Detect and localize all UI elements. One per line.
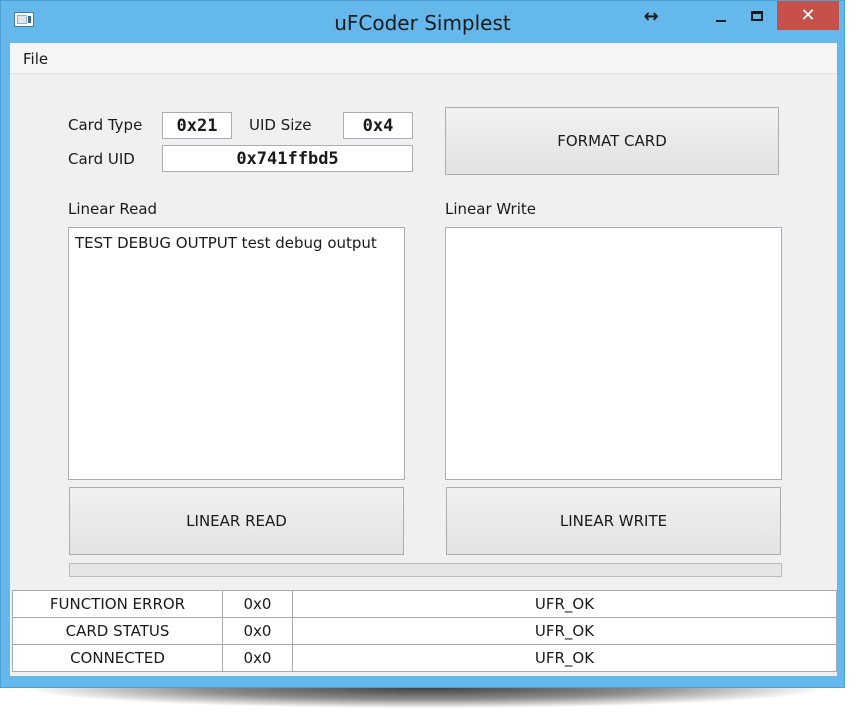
card-type-value: 0x21 (162, 112, 232, 139)
client-area: File Card Type 0x21 UID Size 0x4 Card UI… (10, 43, 837, 676)
title-bar[interactable]: uFCoder Simplest ↔ ✕ (1, 1, 844, 43)
table-row: FUNCTION ERROR 0x0 UFR_OK (12, 590, 837, 618)
table-row: CARD STATUS 0x0 UFR_OK (12, 617, 837, 645)
linear-read-textarea[interactable]: TEST DEBUG OUTPUT test debug output (68, 227, 405, 480)
status-code: 0x0 (222, 617, 293, 645)
uid-size-value: 0x4 (343, 112, 413, 139)
card-uid-label: Card UID (68, 150, 135, 168)
linear-write-textarea[interactable] (445, 227, 782, 480)
linear-write-label: Linear Write (445, 200, 536, 218)
status-name: CARD STATUS (12, 617, 223, 645)
minimize-icon (716, 20, 726, 22)
close-button[interactable]: ✕ (777, 1, 839, 30)
status-message: UFR_OK (292, 644, 837, 672)
linear-write-button[interactable]: LINEAR WRITE (446, 487, 781, 555)
card-type-label: Card Type (68, 116, 143, 134)
card-uid-value: 0x741ffbd5 (162, 145, 413, 172)
maximize-button[interactable] (735, 1, 779, 31)
status-name: FUNCTION ERROR (12, 590, 223, 618)
menu-bar: File (10, 43, 837, 74)
status-message: UFR_OK (292, 590, 837, 618)
format-card-button[interactable]: FORMAT CARD (445, 107, 779, 175)
status-message: UFR_OK (292, 617, 837, 645)
linear-read-label: Linear Read (68, 200, 158, 218)
close-icon: ✕ (800, 5, 816, 26)
menu-file[interactable]: File (23, 50, 48, 68)
progress-bar (69, 563, 782, 577)
status-table: FUNCTION ERROR 0x0 UFR_OK CARD STATUS 0x… (12, 590, 837, 672)
status-code: 0x0 (222, 590, 293, 618)
app-window: uFCoder Simplest ↔ ✕ File Card Type 0x21… (0, 0, 845, 688)
maximize-icon (751, 11, 763, 21)
resize-icon[interactable]: ↔ (629, 1, 673, 31)
status-name: CONNECTED (12, 644, 223, 672)
uid-size-label: UID Size (249, 116, 312, 134)
linear-read-button[interactable]: LINEAR READ (69, 487, 404, 555)
table-row: CONNECTED 0x0 UFR_OK (12, 644, 837, 672)
status-code: 0x0 (222, 644, 293, 672)
